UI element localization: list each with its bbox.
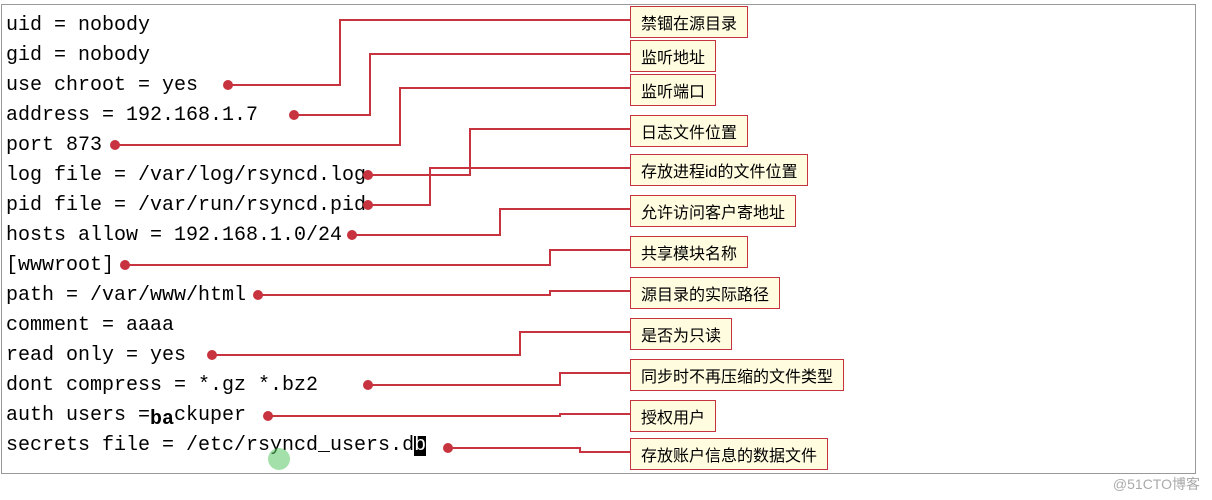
cfg-read-only: read only = yes bbox=[6, 346, 186, 366]
callout-hosts-allow: 允许访问客户寄地址 bbox=[630, 195, 796, 227]
cfg-hosts-allow: hosts allow = 192.168.1.0/24 bbox=[6, 226, 342, 246]
auth-users-prefix: auth users = bbox=[6, 404, 150, 427]
callout-secrets: 存放账户信息的数据文件 bbox=[630, 438, 828, 470]
callout-module: 共享模块名称 bbox=[630, 236, 748, 268]
callout-read-only: 是否为只读 bbox=[630, 318, 732, 350]
green-cursor-spot bbox=[268, 448, 290, 470]
cfg-port: port 873 bbox=[6, 136, 102, 156]
cfg-gid: gid = nobody bbox=[6, 46, 150, 66]
cfg-comment: comment = aaaa bbox=[6, 316, 174, 336]
watermark: @51CTO博客 bbox=[1113, 474, 1200, 494]
secrets-prefix: secrets file = /etc/rsyncd_users.d bbox=[6, 434, 414, 457]
cfg-secrets-file: secrets file = /etc/rsyncd_users.db bbox=[6, 436, 426, 456]
cfg-log-file: log file = /var/log/rsyncd.log bbox=[6, 166, 366, 186]
cfg-address: address = 192.168.1.7 bbox=[6, 106, 258, 126]
callout-auth-users: 授权用户 bbox=[630, 400, 716, 432]
cfg-dont-compress: dont compress = *.gz *.bz2 bbox=[6, 376, 318, 396]
auth-users-glitch: ba bbox=[150, 408, 174, 431]
cfg-pid-file: pid file = /var/run/rsyncd.pid bbox=[6, 196, 366, 216]
callout-chroot: 禁锢在源目录 bbox=[630, 6, 748, 38]
cfg-auth-users: auth users =backuper bbox=[6, 406, 246, 426]
callout-dont-compress: 同步时不再压缩的文件类型 bbox=[630, 359, 844, 391]
callout-pid-file: 存放进程id的文件位置 bbox=[630, 154, 808, 186]
cfg-module: [wwwroot] bbox=[6, 256, 114, 276]
auth-users-suffix: ckuper bbox=[174, 404, 246, 427]
text-cursor: b bbox=[414, 436, 426, 456]
cfg-path: path = /var/www/html bbox=[6, 286, 246, 306]
callout-path: 源目录的实际路径 bbox=[630, 277, 780, 309]
cfg-uid: uid = nobody bbox=[6, 16, 150, 36]
callout-log-file: 日志文件位置 bbox=[630, 115, 748, 147]
callout-port: 监听端口 bbox=[630, 74, 716, 106]
callout-address: 监听地址 bbox=[630, 40, 716, 72]
cfg-use-chroot: use chroot = yes bbox=[6, 76, 198, 96]
